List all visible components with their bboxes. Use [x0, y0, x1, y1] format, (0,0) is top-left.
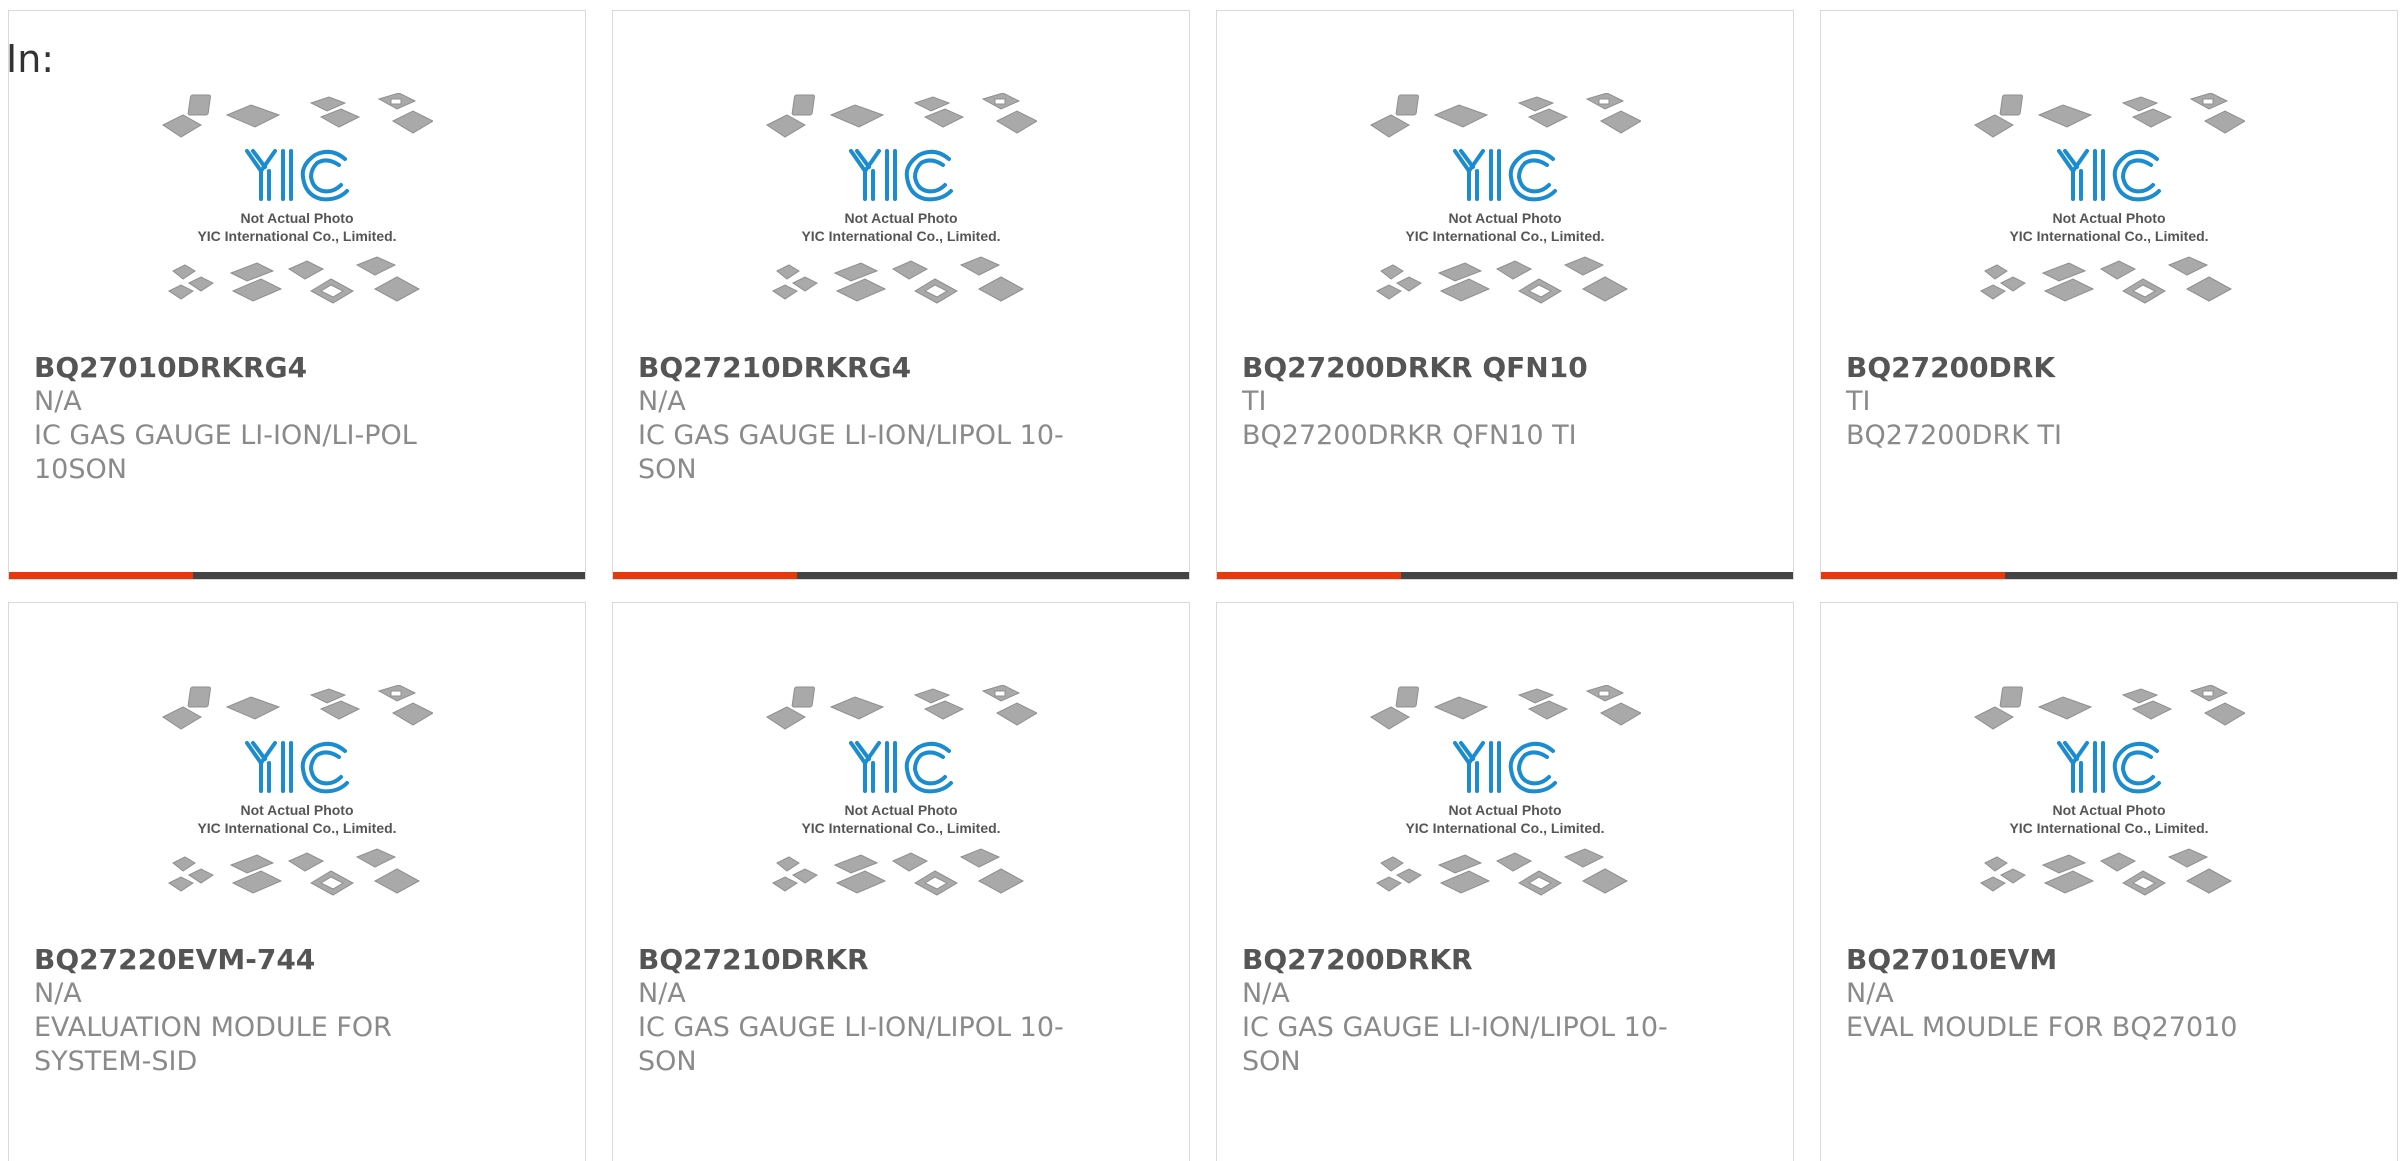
product-card[interactable]: Not Actual Photo YIC International Co., …: [1820, 10, 2398, 580]
product-card[interactable]: Not Actual Photo YIC International Co., …: [1216, 10, 1794, 580]
product-info: BQ27210DRKRG4 N/A IC GAS GAUGE LI-ION/LI…: [638, 351, 1078, 487]
photo-line1: Not Actual Photo: [844, 802, 957, 818]
manufacturer: N/A: [1846, 978, 1894, 1009]
product-placeholder-icon: Not Actual Photo YIC International Co., …: [161, 93, 433, 349]
photo-line2: YIC International Co., Limited.: [1405, 820, 1604, 836]
product-info: BQ27220EVM-744 N/A EVALUATION MODULE FOR…: [34, 943, 474, 1079]
manufacturer: TI: [1846, 386, 1871, 417]
product-info: BQ27200DRKR QFN10 TI BQ27200DRKR QFN10 T…: [1242, 351, 1682, 453]
product-placeholder-icon: Not Actual Photo YIC International Co., …: [1973, 685, 2245, 941]
product-card[interactable]: Not Actual Photo YIC International Co., …: [612, 10, 1190, 580]
photo-line1: Not Actual Photo: [240, 802, 353, 818]
product-placeholder-icon: Not Actual Photo YIC International Co., …: [1369, 685, 1641, 941]
manufacturer: N/A: [638, 386, 686, 417]
photo-line2: YIC International Co., Limited.: [801, 228, 1000, 244]
in-label: In:: [6, 37, 55, 81]
product-card[interactable]: Not Actual Photo YIC International Co., …: [612, 602, 1190, 1161]
product-placeholder-icon: Not Actual Photo YIC International Co., …: [765, 685, 1037, 941]
description: IC GAS GAUGE LI-ION/LIPOL 10-SON: [1242, 1012, 1668, 1077]
product-card[interactable]: Not Actual Photo YIC International Co., …: [8, 602, 586, 1161]
photo-line2: YIC International Co., Limited.: [2009, 820, 2208, 836]
manufacturer: N/A: [638, 978, 686, 1009]
description: BQ27200DRK TI: [1846, 420, 2062, 451]
product-placeholder-icon: Not Actual Photo YIC International Co., …: [765, 93, 1037, 349]
card-progress-fill: [9, 572, 194, 579]
manufacturer: N/A: [34, 386, 82, 417]
product-placeholder-icon: Not Actual Photo YIC International Co., …: [1369, 93, 1641, 349]
card-progress-bar: [1217, 572, 1793, 579]
description: IC GAS GAUGE LI-ION/LIPOL 10-SON: [638, 1012, 1064, 1077]
photo-line1: Not Actual Photo: [240, 210, 353, 226]
product-grid: Not Actual Photo YIC International Co., …: [8, 10, 2400, 1161]
product-placeholder-icon: Not Actual Photo YIC International Co., …: [1973, 93, 2245, 349]
product-card[interactable]: Not Actual Photo YIC International Co., …: [1820, 602, 2398, 1161]
photo-line1: Not Actual Photo: [2052, 210, 2165, 226]
photo-line1: Not Actual Photo: [2052, 802, 2165, 818]
description: IC GAS GAUGE LI-ION/LIPOL 10-SON: [638, 420, 1064, 485]
card-progress-fill: [1217, 572, 1402, 579]
photo-line2: YIC International Co., Limited.: [801, 820, 1000, 836]
manufacturer: N/A: [1242, 978, 1290, 1009]
part-number[interactable]: BQ27220EVM-744: [34, 943, 474, 977]
product-info: BQ27200DRK TI BQ27200DRK TI: [1846, 351, 2286, 453]
photo-line2: YIC International Co., Limited.: [1405, 228, 1604, 244]
product-listing-page: In: Not Actual Photo YIC International C…: [0, 0, 2400, 1161]
manufacturer: TI: [1242, 386, 1267, 417]
product-info: BQ27010DRKRG4 N/A IC GAS GAUGE LI-ION/LI…: [34, 351, 474, 487]
card-progress-bar: [9, 572, 585, 579]
description: EVAL MOUDLE FOR BQ27010: [1846, 1012, 2238, 1043]
product-card[interactable]: Not Actual Photo YIC International Co., …: [8, 10, 586, 580]
product-info: BQ27010EVM N/A EVAL MOUDLE FOR BQ27010: [1846, 943, 2286, 1045]
photo-line1: Not Actual Photo: [844, 210, 957, 226]
photo-line2: YIC International Co., Limited.: [2009, 228, 2208, 244]
photo-line2: YIC International Co., Limited.: [197, 820, 396, 836]
product-info: BQ27200DRKR N/A IC GAS GAUGE LI-ION/LIPO…: [1242, 943, 1682, 1079]
description: IC GAS GAUGE LI-ION/LI-POL 10SON: [34, 420, 417, 485]
card-progress-bar: [1821, 572, 2397, 579]
description: EVALUATION MODULE FOR SYSTEM-SID: [34, 1012, 392, 1077]
product-card[interactable]: Not Actual Photo YIC International Co., …: [1216, 602, 1794, 1161]
part-number[interactable]: BQ27210DRKRG4: [638, 351, 1078, 385]
photo-line1: Not Actual Photo: [1448, 802, 1561, 818]
photo-line1: Not Actual Photo: [1448, 210, 1561, 226]
card-progress-fill: [1821, 572, 2006, 579]
product-info: BQ27210DRKR N/A IC GAS GAUGE LI-ION/LIPO…: [638, 943, 1078, 1079]
part-number[interactable]: BQ27210DRKR: [638, 943, 1078, 977]
card-progress-fill: [613, 572, 798, 579]
photo-line2: YIC International Co., Limited.: [197, 228, 396, 244]
part-number[interactable]: BQ27200DRKR QFN10: [1242, 351, 1682, 385]
part-number[interactable]: BQ27010DRKRG4: [34, 351, 474, 385]
part-number[interactable]: BQ27200DRKR: [1242, 943, 1682, 977]
part-number[interactable]: BQ27010EVM: [1846, 943, 2286, 977]
manufacturer: N/A: [34, 978, 82, 1009]
product-placeholder-icon: Not Actual Photo YIC International Co., …: [161, 685, 433, 941]
card-progress-bar: [613, 572, 1189, 579]
description: BQ27200DRKR QFN10 TI: [1242, 420, 1577, 451]
part-number[interactable]: BQ27200DRK: [1846, 351, 2286, 385]
